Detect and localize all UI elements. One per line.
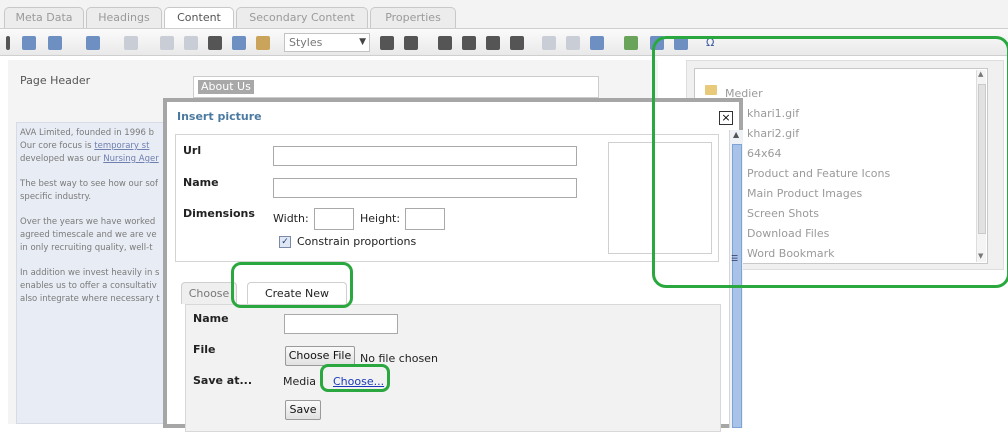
chevron-down-icon: ▼	[359, 37, 366, 47]
save-icon[interactable]	[22, 36, 36, 50]
url-input[interactable]	[273, 146, 577, 166]
undo-icon[interactable]	[160, 36, 174, 50]
italic-icon[interactable]	[404, 36, 418, 50]
insert-image-icon[interactable]	[624, 36, 638, 50]
cut-icon[interactable]	[208, 36, 222, 50]
numbered-list-icon[interactable]	[462, 36, 476, 50]
body-link[interactable]: temporary st	[94, 141, 149, 151]
indent-icon[interactable]	[510, 36, 524, 50]
save-button[interactable]: Save	[285, 400, 321, 420]
file-name-label: Name	[193, 312, 229, 325]
toolbar-handle-icon	[6, 36, 10, 50]
body-paragraph: The best way to see how our sof specific…	[20, 179, 158, 202]
page-header-label: Page Header	[20, 74, 91, 87]
annotation-create-new-tab	[231, 262, 353, 308]
media-text: Media	[283, 375, 317, 388]
tab-meta-data[interactable]: Meta Data	[4, 7, 84, 28]
styles-select[interactable]: Styles ▼	[284, 33, 370, 52]
create-new-panel	[185, 304, 721, 432]
height-input[interactable]	[405, 208, 445, 230]
save-publish-icon[interactable]	[48, 36, 62, 50]
outdent-icon[interactable]	[486, 36, 500, 50]
link-icon[interactable]	[542, 36, 556, 50]
choose-file-button[interactable]: Choose File	[285, 346, 355, 366]
unlink-icon[interactable]	[566, 36, 580, 50]
body-paragraph: Over the years we have worked agreed tim…	[20, 217, 157, 253]
body-paragraph: AVA Limited, founded in 1996 b Our core …	[20, 128, 159, 164]
preview-icon[interactable]	[86, 36, 100, 50]
anchor-icon[interactable]	[590, 36, 604, 50]
width-label: Width:	[273, 212, 309, 225]
file-name-input[interactable]	[284, 314, 398, 334]
tab-choose[interactable]: Choose	[181, 282, 237, 304]
name-input[interactable]	[273, 178, 577, 198]
content-tabs: Meta Data Headings Content Secondary Con…	[0, 0, 1008, 29]
annotation-media-tree	[652, 36, 1008, 288]
tab-content[interactable]: Content	[164, 7, 234, 29]
redo-icon[interactable]	[184, 36, 198, 50]
save-at-label: Save at...	[193, 374, 253, 387]
annotation-choose-link	[320, 364, 390, 392]
width-input[interactable]	[314, 208, 354, 230]
dialog-title: Insert picture	[177, 110, 262, 123]
page-header-input[interactable]: About Us	[193, 76, 599, 98]
tab-secondary-content[interactable]: Secondary Content	[236, 7, 368, 28]
rich-text-body[interactable]: AVA Limited, founded in 1996 b Our core …	[16, 122, 166, 424]
paste-icon[interactable]	[256, 36, 270, 50]
name-label: Name	[183, 176, 219, 189]
constrain-label: Constrain proportions	[297, 235, 417, 248]
tab-properties[interactable]: Properties	[370, 7, 456, 28]
body-paragraph: In addition we invest heavily in s enabl…	[20, 268, 160, 304]
html-source-icon[interactable]	[124, 36, 138, 50]
tab-headings[interactable]: Headings	[86, 7, 162, 28]
bold-icon[interactable]	[380, 36, 394, 50]
page-header-value: About Us	[198, 80, 254, 94]
body-link[interactable]: Nursing Ager	[103, 154, 158, 164]
height-label: Height:	[360, 212, 401, 225]
constrain-checkbox[interactable]: ✓	[279, 236, 291, 248]
url-label: Url	[183, 144, 202, 157]
file-label: File	[193, 343, 216, 356]
bullet-list-icon[interactable]	[438, 36, 452, 50]
copy-icon[interactable]	[232, 36, 246, 50]
dimensions-label: Dimensions	[183, 207, 255, 220]
